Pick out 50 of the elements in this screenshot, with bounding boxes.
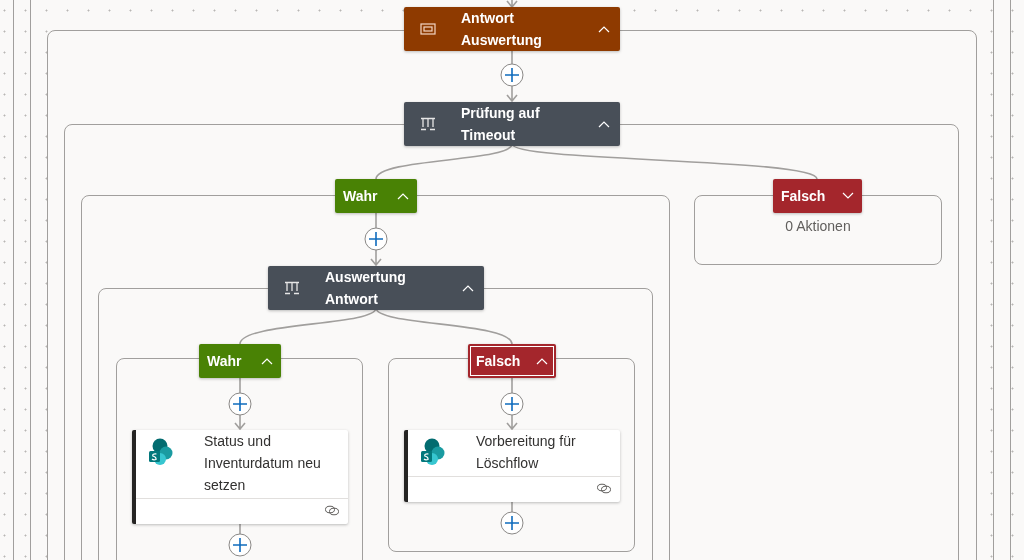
connector-line [506, 85, 518, 103]
sharepoint-icon [420, 438, 446, 466]
add-step-button[interactable] [500, 511, 524, 535]
action-card[interactable]: Status und Inventurdatum neu setzen [132, 430, 348, 524]
connector-line [506, 414, 518, 431]
node-title: Vorbereitung für Löschflow [476, 432, 577, 473]
chevron-up-icon[interactable] [261, 357, 273, 365]
branch-title: Falsch [781, 188, 826, 204]
condition-icon [420, 117, 436, 131]
scope-icon [420, 23, 436, 35]
branch-title: Falsch [476, 353, 521, 369]
chevron-up-icon[interactable] [536, 357, 548, 365]
connector-line [239, 523, 241, 535]
scope-card[interactable]: Antwort Auswertung [404, 7, 620, 51]
connector-line [375, 212, 377, 229]
empty-branch-note: 0 Aktionen [784, 218, 852, 234]
connector-line [239, 377, 241, 394]
connector-line [370, 249, 382, 267]
branch-title: Wahr [207, 353, 242, 369]
chevron-up-icon[interactable] [598, 120, 610, 128]
node-title: Status und Inventurdatum neu setzen [204, 432, 322, 495]
chevron-up-icon[interactable] [598, 25, 610, 33]
add-step-button[interactable] [364, 227, 388, 251]
add-step-button[interactable] [228, 392, 252, 416]
add-step-button[interactable] [228, 533, 252, 557]
branch-header[interactable]: Falsch [773, 179, 862, 213]
chevron-up-icon[interactable] [462, 284, 474, 292]
action-card[interactable]: Vorbereitung für Löschflow [404, 430, 620, 502]
condition-icon [284, 281, 300, 295]
node-title: Auswertung Antwort [325, 268, 407, 309]
connector-line [511, 501, 513, 513]
connector-line [506, 0, 518, 9]
chevron-up-icon[interactable] [397, 192, 409, 200]
sharepoint-icon [148, 438, 174, 466]
branch-header[interactable]: Wahr [199, 344, 281, 378]
branch-header[interactable]: Wahr [335, 179, 417, 213]
condition-card[interactable]: Prüfung auf Timeout [404, 102, 620, 146]
condition-card[interactable]: Auswertung Antwort [268, 266, 484, 310]
add-step-button[interactable] [500, 63, 524, 87]
link-icon [324, 505, 340, 516]
connector-line [511, 377, 513, 394]
node-title: Antwort Auswertung [461, 9, 543, 50]
node-title: Prüfung auf Timeout [461, 104, 541, 145]
add-step-button[interactable] [500, 392, 524, 416]
connector-line [511, 49, 513, 65]
branch-header[interactable]: Falsch [468, 344, 556, 378]
link-icon [596, 483, 612, 494]
connector-line [234, 414, 246, 431]
branch-title: Wahr [343, 188, 378, 204]
chevron-down-icon[interactable] [842, 192, 854, 200]
